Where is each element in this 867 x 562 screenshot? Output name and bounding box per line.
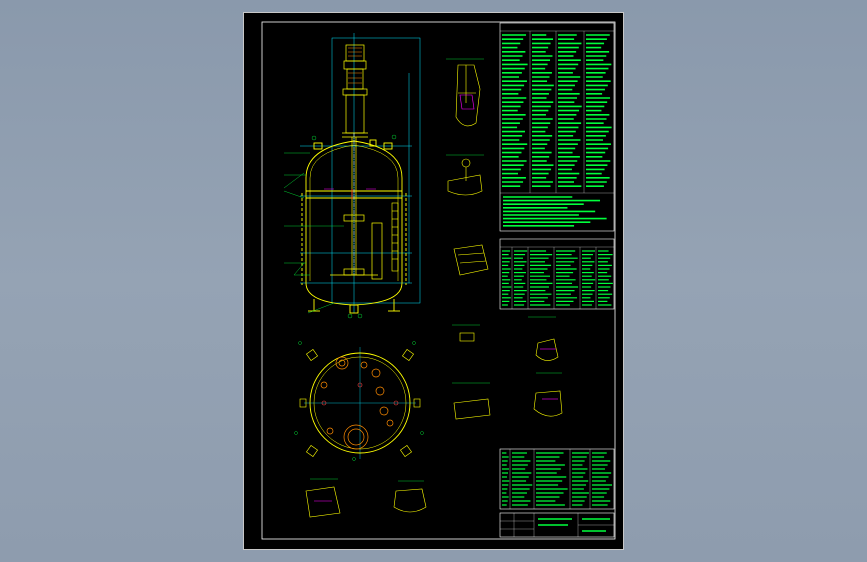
drawing-frame bbox=[261, 21, 616, 540]
cad-drawing bbox=[261, 21, 616, 540]
parts-list-table bbox=[499, 448, 615, 510]
vessel-elevation bbox=[283, 33, 421, 319]
nozzle-table-rows bbox=[502, 250, 613, 306]
title-block bbox=[499, 512, 615, 538]
parts-list-rows bbox=[502, 452, 613, 506]
specification-table bbox=[499, 22, 615, 232]
spec-table-rows bbox=[502, 34, 612, 227]
nozzle-table bbox=[499, 238, 615, 310]
nozzle-plan-view bbox=[294, 341, 424, 461]
drawing-sheet bbox=[243, 12, 624, 550]
detail-sections bbox=[305, 58, 563, 518]
